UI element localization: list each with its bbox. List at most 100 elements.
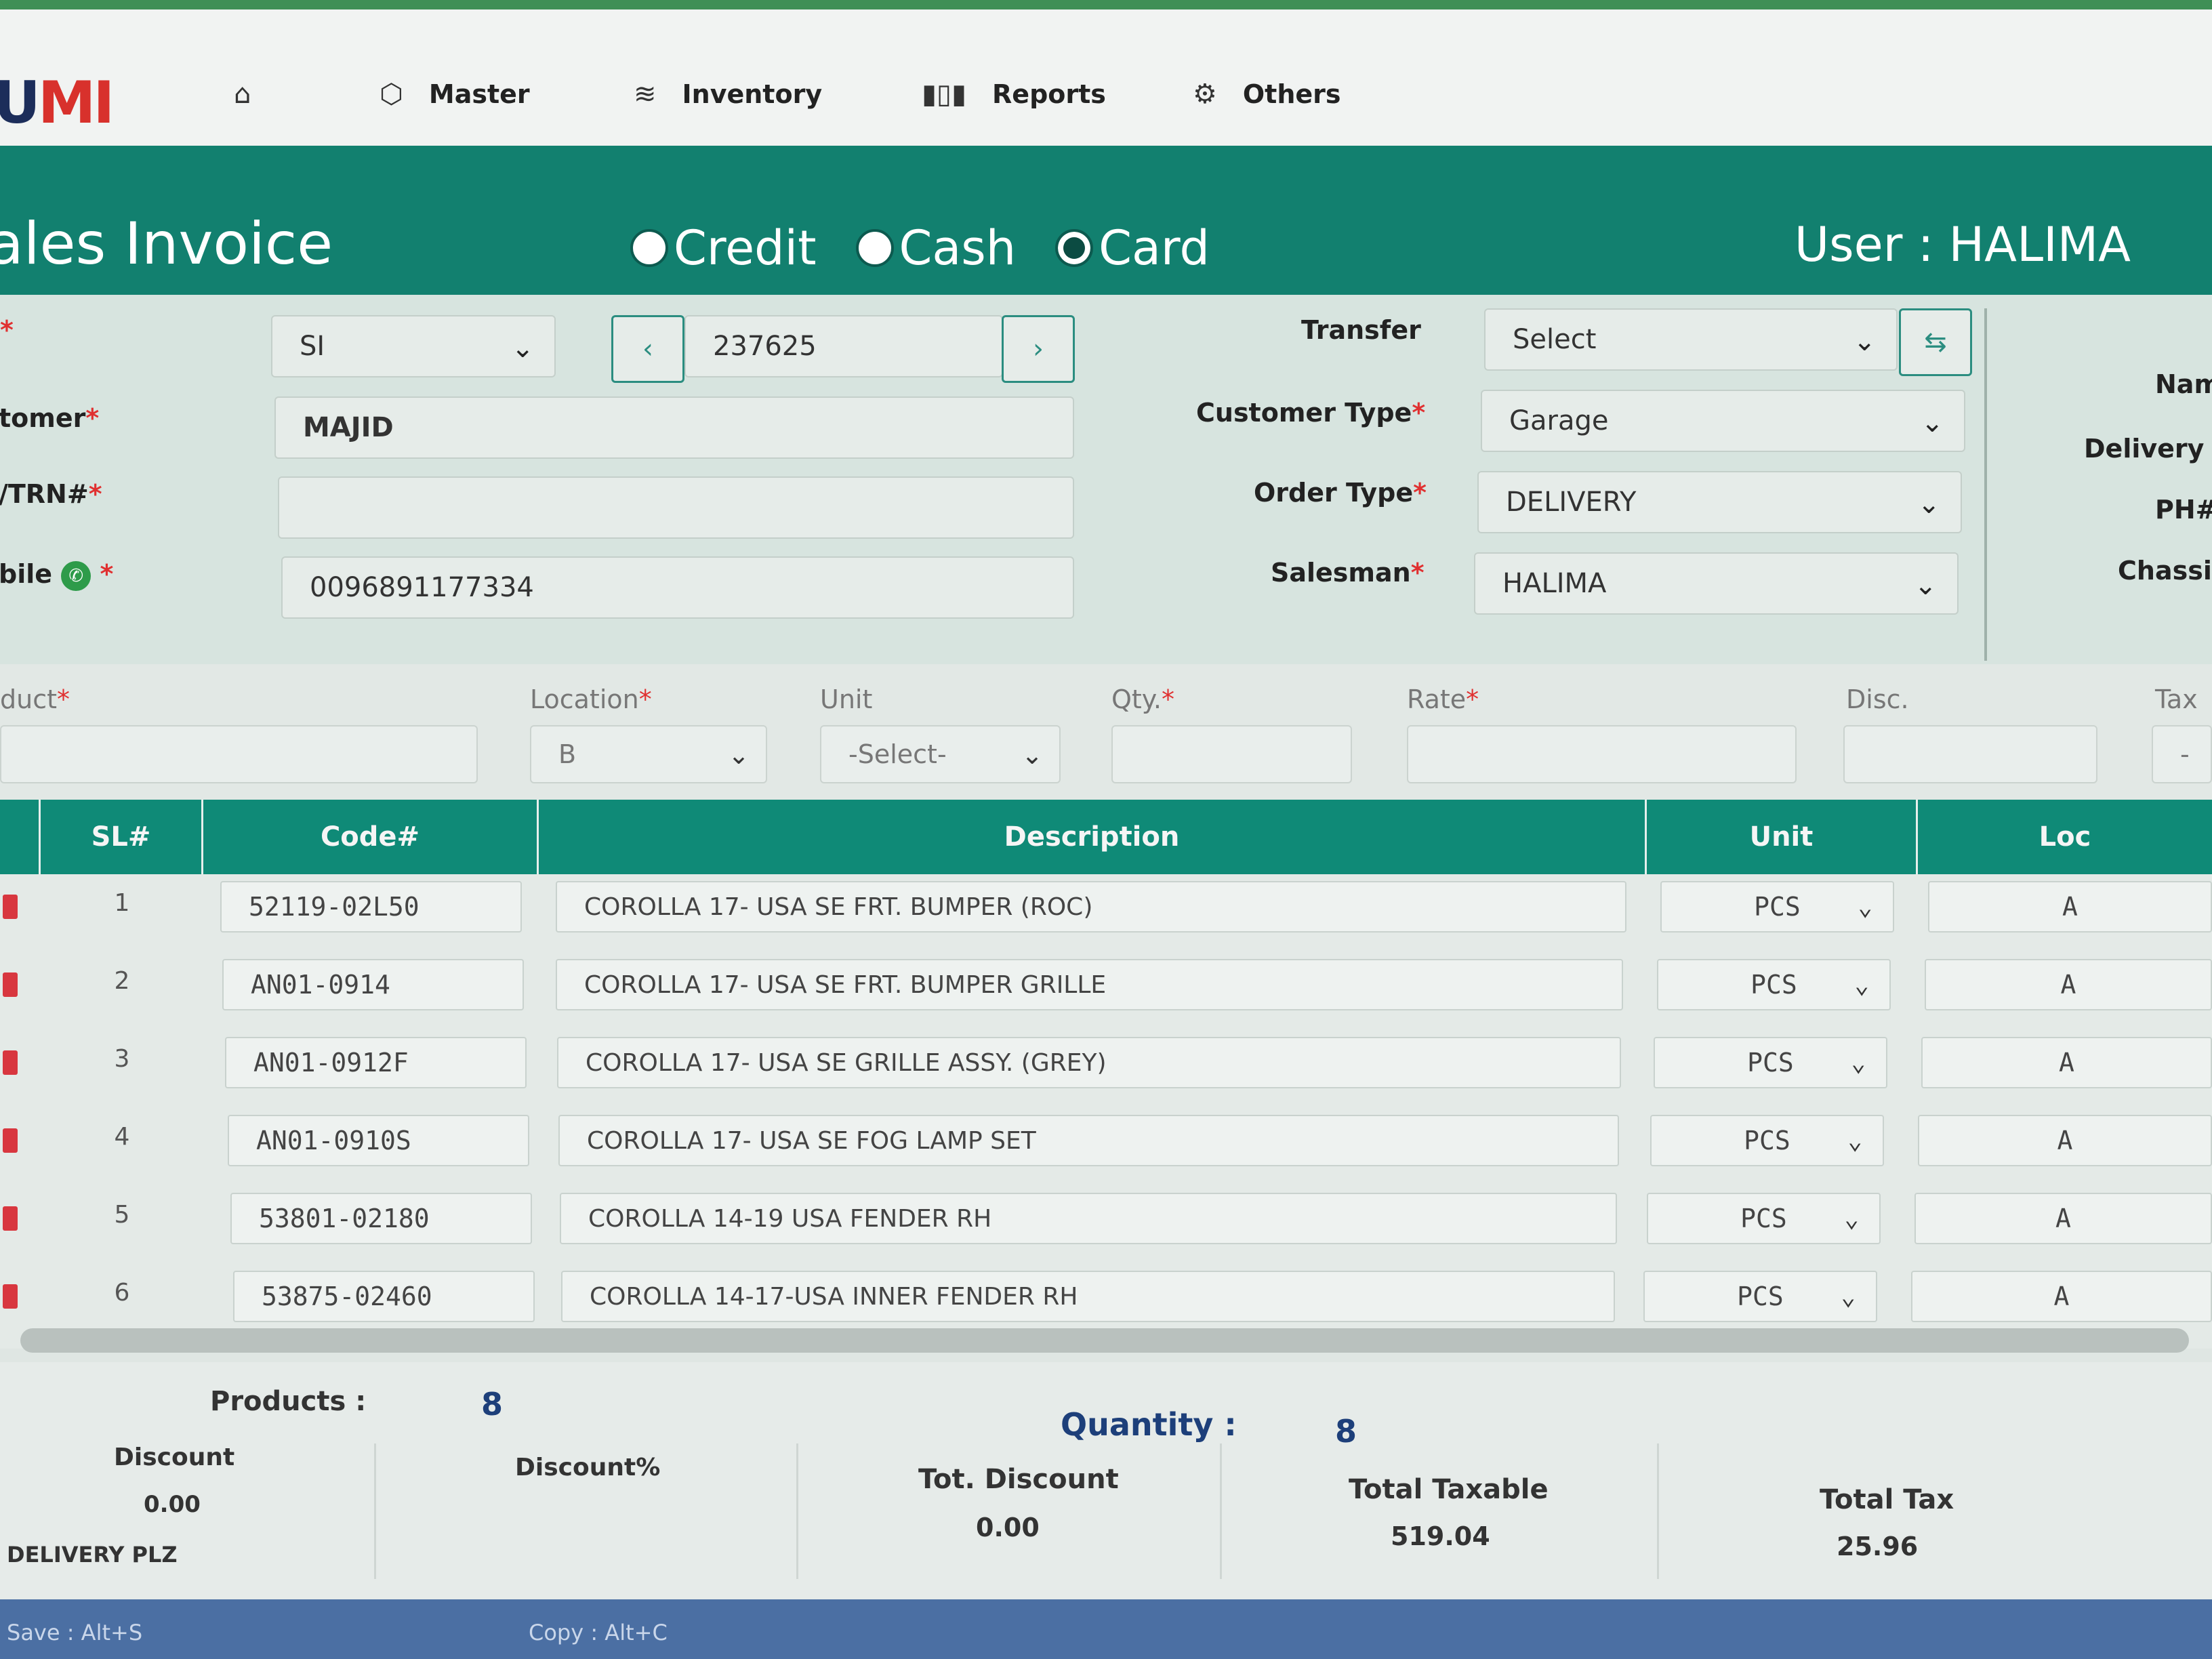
row-code-input[interactable]: AN01-0914 bbox=[222, 959, 524, 1010]
row-unit: PCS bbox=[1754, 892, 1801, 922]
discount-label: Discount bbox=[114, 1443, 235, 1471]
header-code: Code# bbox=[203, 800, 539, 874]
nav-others[interactable]: ⚙ Others bbox=[1193, 70, 1341, 118]
invoice-number-input[interactable]: 237625 bbox=[684, 315, 1003, 377]
row-unit: PCS bbox=[1747, 1048, 1794, 1078]
header-sl: SL# bbox=[41, 800, 203, 874]
doc-type-select[interactable]: SI ⌄ bbox=[271, 315, 556, 377]
row-loc: A bbox=[2060, 970, 2076, 1000]
doc-type-value: SI bbox=[300, 331, 325, 362]
row-unit-select[interactable]: PCS ⌄ bbox=[1654, 1037, 1887, 1088]
location-select[interactable]: B ⌄ bbox=[530, 725, 767, 783]
transfer-select[interactable]: Select ⌄ bbox=[1484, 308, 1898, 371]
row-code: 53875-02460 bbox=[262, 1282, 432, 1311]
row-code: AN01-0910S bbox=[256, 1126, 411, 1155]
row-code: 53801-02180 bbox=[259, 1204, 430, 1233]
tax-input[interactable]: - bbox=[2152, 725, 2212, 783]
row-code-input[interactable]: 52119-02L50 bbox=[220, 881, 522, 933]
row-description-input[interactable]: COROLLA 14-17-USA INNER FENDER RH bbox=[561, 1271, 1615, 1322]
row-unit: PCS bbox=[1744, 1126, 1790, 1155]
copy-shortcut[interactable]: Copy : Alt+C bbox=[529, 1620, 668, 1645]
chevron-down-icon: ⌄ bbox=[511, 333, 534, 364]
order-type-select[interactable]: DELIVERY ⌄ bbox=[1477, 471, 1962, 533]
row-description-input[interactable]: COROLLA 17- USA SE GRILLE ASSY. (GREY) bbox=[557, 1037, 1621, 1088]
row-loc-input[interactable]: A bbox=[1921, 1037, 2212, 1088]
nav-inventory-label: Inventory bbox=[682, 79, 823, 109]
table-row: 4 AN01-0910S COROLLA 17- USA SE FOG LAMP… bbox=[0, 1108, 2212, 1186]
payment-card-radio[interactable]: Card bbox=[1055, 220, 1210, 276]
total-tax-value: 25.96 bbox=[1837, 1532, 1919, 1561]
transfer-button[interactable]: ⇆ bbox=[1899, 308, 1972, 376]
row-description-input[interactable]: COROLLA 17- USA SE FOG LAMP SET bbox=[558, 1115, 1619, 1166]
delete-row-icon[interactable] bbox=[3, 972, 18, 997]
customer-input[interactable]: MAJID bbox=[274, 396, 1074, 459]
row-code-input[interactable]: AN01-0912F bbox=[225, 1037, 527, 1088]
row-loc-input[interactable]: A bbox=[1925, 959, 2212, 1010]
payment-credit-radio[interactable]: Credit bbox=[630, 220, 817, 276]
row-code: AN01-0914 bbox=[251, 970, 390, 1000]
chevron-down-icon: ⌄ bbox=[1853, 326, 1876, 357]
app-logo[interactable]: UMI bbox=[0, 69, 115, 137]
row-description-input[interactable]: COROLLA 17- USA SE FRT. BUMPER (ROC) bbox=[556, 881, 1626, 933]
row-loc: A bbox=[2057, 1126, 2073, 1155]
doc-type-label: * bbox=[0, 315, 14, 345]
payment-cash-radio[interactable]: Cash bbox=[855, 220, 1017, 276]
product-input[interactable] bbox=[0, 725, 478, 783]
nav-reports[interactable]: ▮▯▮ Reports bbox=[922, 70, 1106, 118]
delete-row-icon[interactable] bbox=[3, 1206, 18, 1231]
row-description-input[interactable]: COROLLA 14-19 USA FENDER RH bbox=[560, 1193, 1617, 1244]
payment-cash-label: Cash bbox=[899, 220, 1017, 276]
invoice-summary: Products : 8 Quantity : 8 Discount 0.00 … bbox=[0, 1362, 2212, 1599]
prev-invoice-button[interactable]: ‹ bbox=[611, 315, 684, 383]
trn-input[interactable] bbox=[278, 476, 1074, 539]
delivery-name-label: Nam bbox=[2155, 369, 2212, 399]
tax-value: - bbox=[2180, 739, 2190, 769]
salesman-select[interactable]: HALIMA ⌄ bbox=[1474, 552, 1959, 615]
row-code-input[interactable]: AN01-0910S bbox=[228, 1115, 529, 1166]
table-horizontal-scrollbar[interactable] bbox=[20, 1328, 2189, 1353]
customer-type-label: Customer Type* bbox=[1196, 398, 1426, 428]
total-taxable-value: 519.04 bbox=[1391, 1521, 1490, 1551]
delete-row-icon[interactable] bbox=[3, 895, 18, 919]
delete-row-icon[interactable] bbox=[3, 1284, 18, 1309]
customer-value: MAJID bbox=[303, 412, 394, 443]
row-loc-input[interactable]: A bbox=[1911, 1271, 2212, 1322]
product-label: duct* bbox=[0, 684, 70, 714]
quantity-label: Quantity : bbox=[1061, 1406, 1237, 1443]
chevron-down-icon: ⌄ bbox=[1917, 489, 1940, 520]
nav-master[interactable]: ⬡ Master bbox=[380, 70, 530, 118]
discount-value: 0.00 bbox=[144, 1491, 201, 1518]
whatsapp-icon[interactable]: ✆ bbox=[61, 560, 91, 591]
mobile-value: 0096891177334 bbox=[310, 572, 534, 603]
unit-value: -Select- bbox=[848, 739, 947, 769]
rate-input[interactable] bbox=[1407, 725, 1797, 783]
mobile-input[interactable]: 0096891177334 bbox=[281, 556, 1074, 619]
row-loc-input[interactable]: A bbox=[1918, 1115, 2212, 1166]
delete-row-icon[interactable] bbox=[3, 1128, 18, 1153]
layers-icon: ≋ bbox=[634, 79, 657, 110]
row-sl: 5 bbox=[114, 1201, 130, 1229]
row-loc-input[interactable]: A bbox=[1928, 881, 2212, 933]
column-divider bbox=[1984, 308, 1987, 661]
nav-home[interactable]: ⌂ bbox=[234, 70, 251, 118]
phone-label: PH# bbox=[2155, 495, 2212, 525]
header-loc: Loc bbox=[2039, 821, 2091, 853]
row-code-input[interactable]: 53801-02180 bbox=[230, 1193, 532, 1244]
next-invoice-button[interactable]: › bbox=[1002, 315, 1075, 383]
row-code-input[interactable]: 53875-02460 bbox=[233, 1271, 535, 1322]
row-unit-select[interactable]: PCS ⌄ bbox=[1660, 881, 1894, 933]
row-description-input[interactable]: COROLLA 17- USA SE FRT. BUMPER GRILLE bbox=[556, 959, 1623, 1010]
customer-type-select[interactable]: Garage ⌄ bbox=[1481, 390, 1965, 452]
unit-select[interactable]: -Select- ⌄ bbox=[820, 725, 1061, 783]
save-shortcut[interactable]: Save : Alt+S bbox=[7, 1620, 142, 1645]
delete-row-icon[interactable] bbox=[3, 1050, 18, 1075]
row-loc: A bbox=[2062, 892, 2078, 922]
disc-input[interactable] bbox=[1843, 725, 2097, 783]
row-unit-select[interactable]: PCS ⌄ bbox=[1650, 1115, 1884, 1166]
row-unit-select[interactable]: PCS ⌄ bbox=[1657, 959, 1891, 1010]
row-unit-select[interactable]: PCS ⌄ bbox=[1643, 1271, 1877, 1322]
row-loc-input[interactable]: A bbox=[1914, 1193, 2212, 1244]
nav-inventory[interactable]: ≋ Inventory bbox=[634, 70, 822, 118]
row-unit-select[interactable]: PCS ⌄ bbox=[1647, 1193, 1881, 1244]
qty-input[interactable] bbox=[1111, 725, 1352, 783]
